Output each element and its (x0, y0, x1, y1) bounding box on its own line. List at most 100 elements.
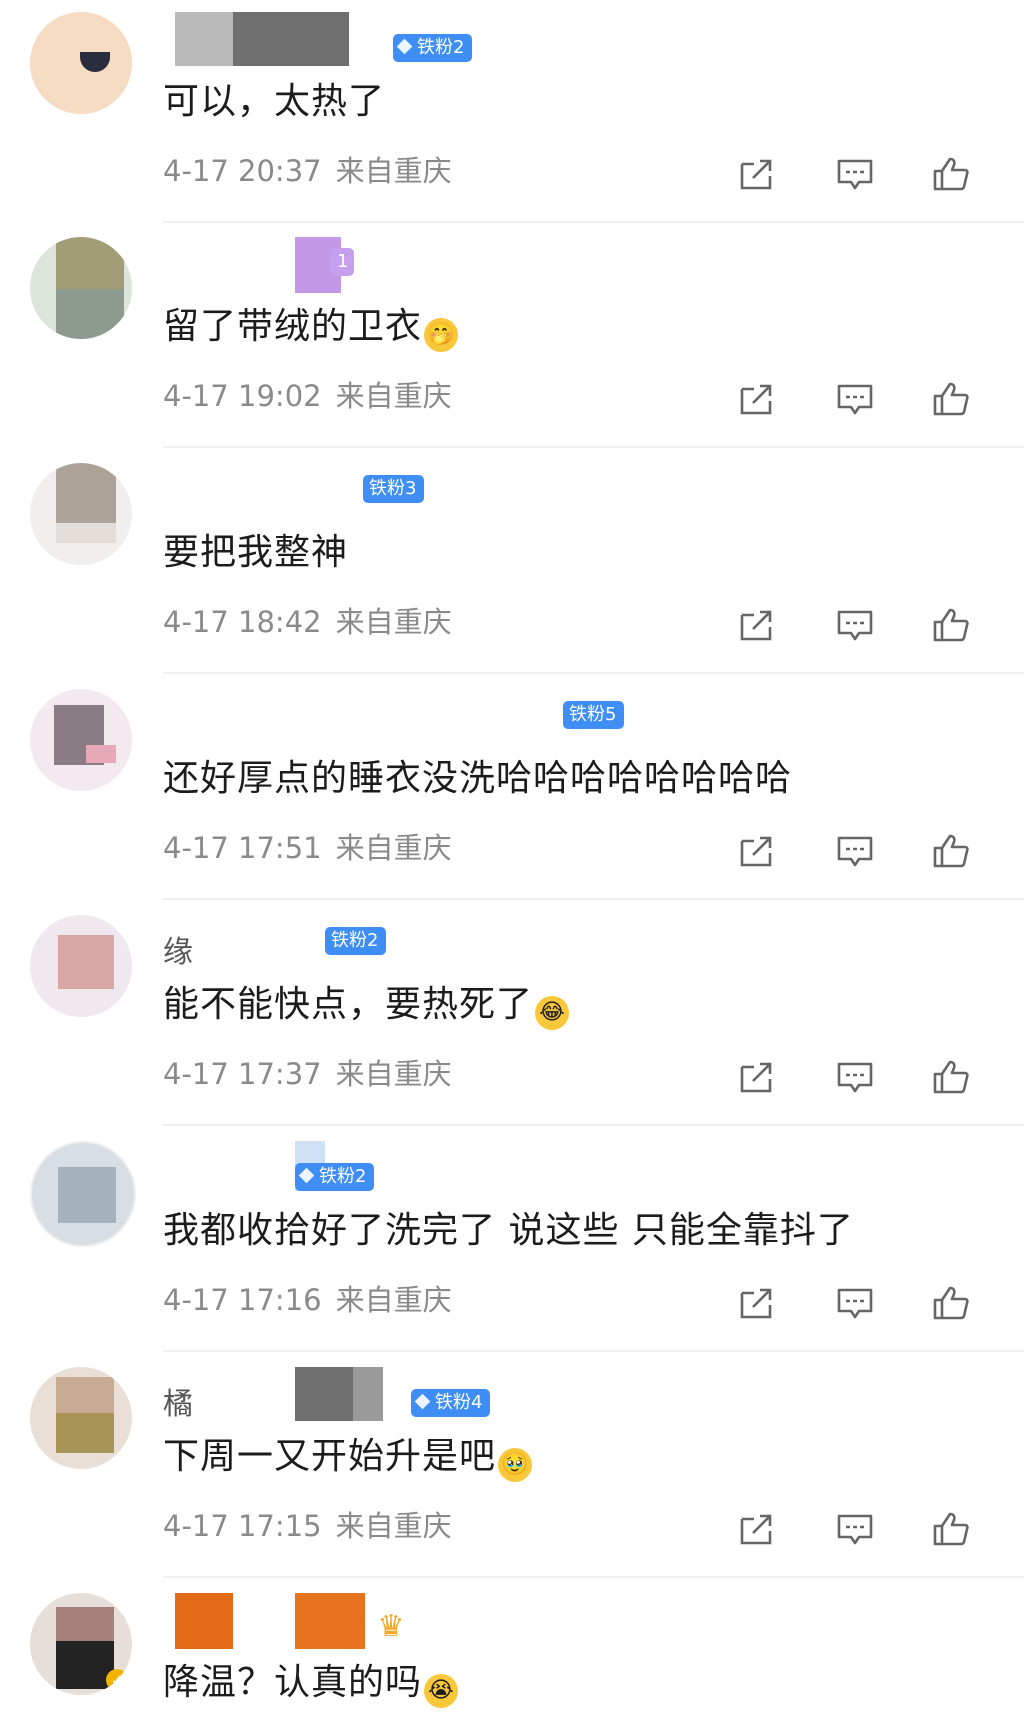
reply-icon (837, 610, 873, 641)
comment-time: 4-17 18:42 (163, 605, 322, 639)
avatar[interactable] (30, 1141, 136, 1247)
comment-item[interactable]: 铁粉5 还好厚点的睡衣没洗哈哈哈哈哈哈哈哈 4-17 17:51 来自重庆 (0, 677, 1024, 903)
comment-text: 我都收拾好了洗完了 说这些 只能全靠抖了 (163, 1201, 854, 1253)
comment-meta: 4-17 17:51 来自重庆 (163, 825, 452, 867)
comment-meta: 4-17 17:37 来自重庆 (163, 1051, 452, 1093)
comment-time: 4-17 17:51 (163, 831, 322, 865)
like-button[interactable] (931, 1511, 971, 1547)
share-button[interactable] (737, 833, 777, 869)
avatar[interactable]: ✓ (30, 1593, 132, 1695)
badge-label: 铁粉2 (319, 1166, 367, 1187)
reply-button[interactable] (835, 156, 875, 192)
diamond-icon (298, 1167, 315, 1184)
comment-location: 来自重庆 (335, 1057, 452, 1091)
badge-label: 1 (337, 251, 349, 272)
username-blur (175, 1593, 233, 1649)
reply-icon (837, 1288, 873, 1319)
emoji-icon: 🥹 (498, 1448, 533, 1482)
comment-location: 来自重庆 (335, 1283, 452, 1317)
like-button[interactable] (931, 156, 971, 192)
comment-text-content: 要把我整神 (163, 532, 349, 573)
share-button[interactable] (737, 607, 777, 643)
badge-label: 铁粉2 (417, 37, 465, 58)
share-button[interactable] (737, 381, 777, 417)
comment-text: 要把我整神 (163, 523, 348, 575)
like-button[interactable] (931, 833, 971, 869)
comment-meta: 4-17 20:37 来自重庆 (163, 148, 452, 190)
like-icon (933, 1512, 969, 1546)
avatar[interactable] (30, 237, 132, 339)
reply-button[interactable] (835, 833, 875, 869)
comment-meta: 4-17 18:42 来自重庆 (163, 599, 452, 641)
share-icon (740, 159, 772, 190)
share-icon (740, 836, 772, 867)
comment-meta: 4-17 19:02 来自重庆 (163, 373, 452, 415)
avatar[interactable] (30, 463, 132, 565)
share-icon (740, 1514, 772, 1545)
verified-icon: ✓ (106, 1669, 128, 1691)
comment-text-content: 可以，太热了 (163, 81, 386, 122)
diamond-icon (396, 38, 413, 55)
username-line: 1 (163, 235, 763, 293)
comment-location: 来自重庆 (335, 605, 452, 639)
share-button[interactable] (737, 156, 777, 192)
avatar[interactable] (30, 689, 132, 791)
like-icon (933, 608, 969, 642)
username-line: 铁粉5 (163, 687, 763, 743)
like-button[interactable] (931, 381, 971, 417)
comment-item[interactable]: 缘 铁粉2 能不能快点，要热死了 😂 4-17 17:37 来自重庆 (0, 903, 1024, 1129)
username-line: 铁粉2 (163, 10, 763, 66)
username-blur (233, 12, 349, 66)
badge-label: 铁粉2 (331, 930, 379, 951)
divider (163, 446, 1024, 448)
share-button[interactable] (737, 1059, 777, 1095)
username[interactable]: 橘 (163, 1379, 193, 1423)
reply-button[interactable] (835, 1285, 875, 1321)
share-button[interactable] (737, 1511, 777, 1547)
comment-text-content: 留了带绒的卫衣 (163, 306, 423, 347)
comment-meta: 4-17 17:15 来自重庆 (163, 1503, 452, 1545)
reply-icon (837, 384, 873, 415)
fan-badge: 铁粉3 (363, 475, 425, 503)
comment-time: 4-17 20:37 (163, 154, 322, 188)
crown-icon: ♛ (377, 1609, 405, 1644)
emoji-icon: 😭 (424, 1674, 459, 1708)
comment-item[interactable]: 1 留了带绒的卫衣 🤭 4-17 19:02 来自重庆 (0, 225, 1024, 451)
avatar[interactable] (30, 12, 132, 114)
like-button[interactable] (931, 1059, 971, 1095)
comment-time: 4-17 17:16 (163, 1283, 322, 1317)
comment-item[interactable]: 铁粉3 要把我整神 4-17 18:42 来自重庆 (0, 451, 1024, 677)
comment-item[interactable]: 铁粉2 可以，太热了 4-17 20:37 来自重庆 (0, 0, 1024, 226)
reply-icon (837, 836, 873, 867)
fan-badge: 铁粉2 (393, 34, 473, 62)
reply-button[interactable] (835, 381, 875, 417)
comment-location: 来自重庆 (335, 831, 452, 865)
reply-button[interactable] (835, 1059, 875, 1095)
emoji-icon: 😂 (535, 996, 570, 1030)
comment-item[interactable]: 铁粉2 我都收拾好了洗完了 说这些 只能全靠抖了 4-17 17:16 来自重庆 (0, 1129, 1024, 1355)
comment-text-content: 降温？认真的吗 (163, 1662, 423, 1703)
avatar[interactable] (30, 915, 132, 1017)
comment-item[interactable]: 橘 铁粉4 下周一又开始升是吧 🥹 4-17 17:15 来自重庆 (0, 1355, 1024, 1581)
divider (163, 221, 1024, 223)
fan-badge: 铁粉5 (563, 701, 625, 729)
emoji-icon: 🤭 (424, 318, 459, 352)
comment-item[interactable]: ✓ ♛ 降温？认真的吗 😭 (0, 1581, 1024, 1722)
diamond-icon (414, 1393, 431, 1410)
comment-text: 能不能快点，要热死了 😂 (163, 975, 570, 1030)
like-button[interactable] (931, 1285, 971, 1321)
comment-text: 降温？认真的吗 😭 (163, 1653, 459, 1708)
username-line: 橘 铁粉4 (163, 1365, 763, 1423)
comment-text-content: 下周一又开始升是吧 (163, 1436, 497, 1477)
share-button[interactable] (737, 1285, 777, 1321)
avatar[interactable] (30, 1367, 132, 1469)
reply-button[interactable] (835, 1511, 875, 1547)
reply-button[interactable] (835, 607, 875, 643)
comment-location: 来自重庆 (335, 1509, 452, 1543)
like-icon (933, 834, 969, 868)
like-icon (933, 382, 969, 416)
fan-badge: 铁粉2 (325, 927, 387, 955)
like-button[interactable] (931, 607, 971, 643)
badge-label: 铁粉4 (435, 1392, 483, 1413)
username[interactable]: 缘 (163, 927, 193, 971)
